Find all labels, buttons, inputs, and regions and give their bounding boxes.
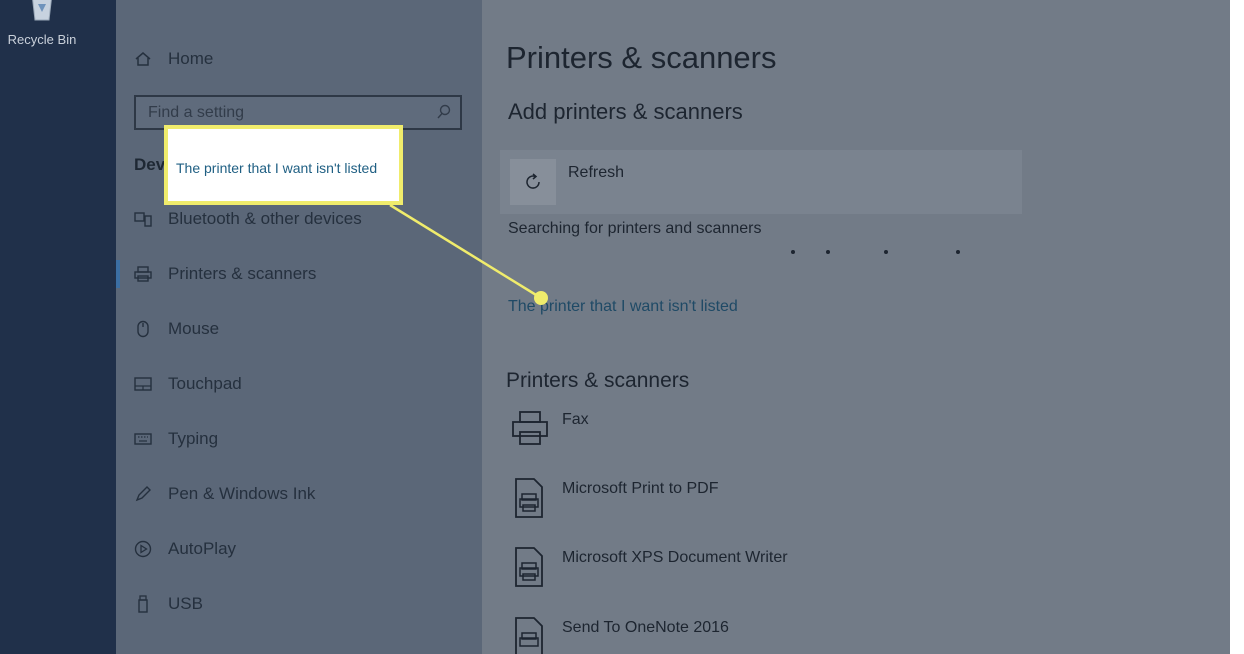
sidebar-item-label: Pen & Windows Ink (168, 484, 316, 503)
device-name: Microsoft XPS Document Writer (562, 549, 788, 566)
recycle-bin-icon[interactable] (26, 0, 58, 24)
sidebar-item-label: Bluetooth & other devices (168, 209, 362, 228)
document-printer-icon (515, 617, 543, 654)
refresh-tile[interactable]: Refresh (500, 150, 1022, 214)
touchpad-icon (134, 375, 152, 393)
sidebar-item-autoplay[interactable]: AutoPlay (134, 534, 464, 564)
sidebar-item-label: Printers & scanners (168, 264, 317, 283)
device-item-onenote[interactable]: Send To OneNote 2016 (510, 616, 1010, 654)
mouse-icon (134, 320, 152, 338)
sidebar-section-label: Dev (134, 155, 166, 174)
device-name: Send To OneNote 2016 (562, 619, 729, 636)
sidebar-item-printers[interactable]: Printers & scanners (134, 259, 464, 289)
desktop-area: Recycle Bin (0, 0, 116, 654)
refresh-icon (526, 173, 540, 189)
progress-dot (791, 250, 795, 254)
pen-icon (134, 485, 152, 503)
sidebar-item-touchpad[interactable]: Touchpad (134, 369, 464, 399)
sidebar-item-usb[interactable]: USB (134, 589, 464, 619)
fax-icon (512, 411, 548, 445)
usb-icon (134, 595, 152, 613)
sidebar-item-label: Typing (168, 429, 219, 448)
printer-not-listed-link[interactable]: The printer that I want isn't listed (508, 298, 738, 316)
recycle-bin-label: Recycle Bin (7, 32, 77, 47)
sidebar-item-label: AutoPlay (168, 539, 237, 558)
sidebar-item-typing[interactable]: Typing (134, 424, 464, 454)
sidebar-item-label: Touchpad (168, 374, 242, 393)
active-indicator (116, 260, 120, 288)
screenshot-frame: Recycle Bin Home Find a setting Dev Blue… (0, 0, 1244, 654)
sidebar-item-home[interactable]: Home (134, 44, 464, 74)
device-name: Microsoft Print to PDF (562, 480, 719, 497)
bluetooth-devices-icon (134, 210, 152, 228)
callout-text: The printer that I want isn't listed (176, 160, 378, 176)
keyboard-icon (134, 430, 152, 448)
sidebar-item-label: Mouse (168, 319, 220, 338)
document-printer-icon (515, 478, 543, 518)
device-item-fax[interactable]: Fax (510, 408, 1010, 454)
refresh-label: Refresh (568, 164, 625, 181)
callout-box: The printer that I want isn't listed (164, 125, 403, 205)
autoplay-icon (134, 540, 152, 558)
settings-sidebar: Home Find a setting Dev Bluetooth & othe… (116, 0, 482, 654)
sidebar-item-mouse[interactable]: Mouse (134, 314, 464, 344)
device-item-print-to-pdf[interactable]: Microsoft Print to PDF (510, 477, 1010, 523)
search-placeholder: Find a setting (148, 104, 245, 121)
printers-list-heading: Printers & scanners (506, 369, 690, 392)
add-printers-heading: Add printers & scanners (508, 99, 743, 124)
document-printer-icon (515, 547, 543, 587)
sidebar-item-label: USB (168, 594, 203, 613)
page-title: Printers & scanners (506, 40, 777, 75)
sidebar-item-label: Home (168, 49, 214, 68)
device-item-xps-writer[interactable]: Microsoft XPS Document Writer (510, 546, 1010, 592)
window-edge (1230, 0, 1244, 654)
sidebar-item-bluetooth[interactable]: Bluetooth & other devices (134, 204, 464, 234)
refresh-button[interactable] (510, 159, 556, 205)
settings-content: Printers & scanners Add printers & scann… (482, 0, 1230, 654)
device-name: Fax (562, 411, 589, 428)
printer-icon (134, 265, 152, 283)
progress-dot (826, 250, 830, 254)
search-icon (437, 104, 451, 119)
sidebar-item-pen[interactable]: Pen & Windows Ink (134, 479, 464, 509)
searching-status: Searching for printers and scanners (508, 220, 762, 237)
progress-dot (884, 250, 888, 254)
progress-dot (956, 250, 960, 254)
home-icon (134, 50, 152, 68)
